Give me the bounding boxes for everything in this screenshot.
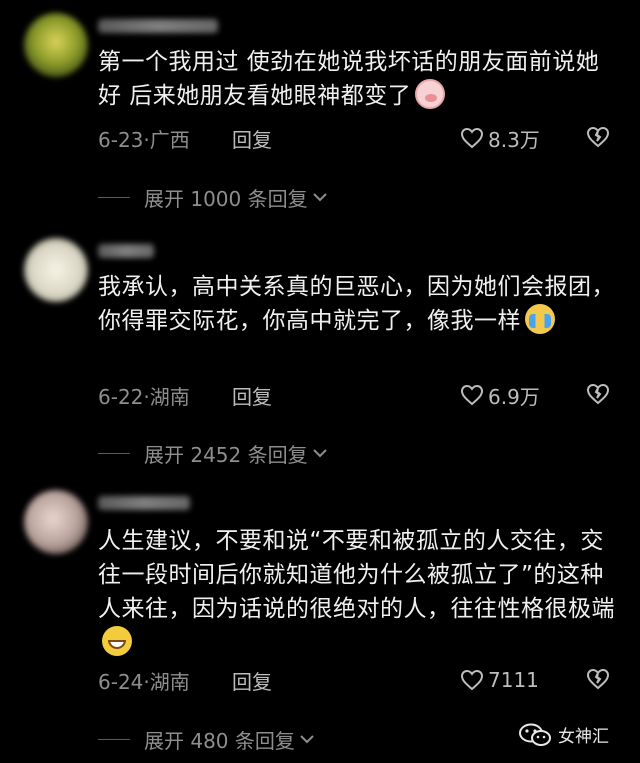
heart-icon — [460, 127, 484, 149]
divider-line — [98, 452, 130, 454]
like-count: 7111 — [488, 668, 539, 692]
crying-face-emoji-icon — [525, 304, 555, 334]
date-location: 6-22·湖南 — [98, 384, 190, 409]
dislike-button[interactable] — [586, 383, 610, 410]
comment-meta: 6-24·湖南 回复 7111 — [98, 665, 618, 695]
comment-body: 人生建议，不要和说“不要和被孤立的人交往，交往一段时间后你就知道他为什么被孤立了… — [98, 528, 615, 622]
expand-replies-label: 展开 1000 条回复 — [144, 186, 308, 211]
avatar[interactable] — [24, 490, 88, 554]
comment-text: 第一个我用过 使劲在她说我坏话的朋友面前说她好 后来她朋友看她眼神都变了 — [98, 45, 618, 113]
reply-button[interactable]: 回复 — [232, 666, 272, 695]
like-button[interactable]: 7111 — [460, 668, 539, 692]
date-location: 6-24·湖南 — [98, 669, 190, 694]
watermark-text: 女神汇 — [558, 727, 609, 747]
avatar[interactable] — [24, 13, 88, 77]
like-button[interactable]: 6.9万 — [460, 381, 540, 410]
comment-text: 人生建议，不要和说“不要和被孤立的人交往，交往一段时间后你就知道他为什么被孤立了… — [98, 524, 618, 660]
dislike-button[interactable] — [586, 126, 610, 153]
broken-heart-icon — [586, 668, 610, 690]
chevron-down-icon — [312, 449, 327, 458]
divider-line — [98, 196, 130, 198]
comment-meta: 6-22·湖南 回复 6.9万 — [98, 380, 618, 410]
divider-line — [98, 738, 130, 740]
like-button[interactable]: 8.3万 — [460, 124, 540, 153]
expand-replies[interactable]: 展开 1000 条回复 — [98, 182, 328, 212]
heart-icon — [460, 384, 484, 406]
avatar[interactable] — [24, 238, 88, 302]
like-count: 8.3万 — [488, 127, 540, 152]
watermark: 女神汇 — [518, 722, 609, 747]
broken-heart-icon — [586, 126, 610, 148]
like-count: 6.9万 — [488, 384, 540, 409]
reply-button[interactable]: 回复 — [232, 124, 272, 153]
comment-meta: 6-23·广西 回复 8.3万 — [98, 123, 618, 153]
expand-replies-label: 展开 480 条回复 — [144, 728, 295, 753]
wechat-icon — [519, 723, 551, 746]
username-blurred[interactable] — [98, 19, 218, 33]
comment-text: 我承认，高中关系真的巨恶心，因为她们会报团，你得罪交际花，你高中就完了，像我一样 — [98, 270, 618, 338]
chevron-down-icon — [312, 193, 327, 202]
comment-body: 第一个我用过 使劲在她说我坏话的朋友面前说她好 后来她朋友看她眼神都变了 — [98, 49, 600, 109]
username-blurred[interactable] — [98, 244, 154, 258]
username-blurred[interactable] — [98, 496, 190, 510]
expand-replies[interactable]: 展开 2452 条回复 — [98, 438, 328, 468]
grinning-face-emoji-icon — [102, 626, 132, 656]
reply-button[interactable]: 回复 — [232, 381, 272, 410]
dislike-button[interactable] — [586, 668, 610, 695]
date-location: 6-23·广西 — [98, 127, 190, 152]
chevron-down-icon — [300, 735, 314, 744]
heart-icon — [460, 669, 484, 691]
broken-heart-icon — [586, 383, 610, 405]
pig-face-emoji-icon — [415, 79, 446, 109]
expand-replies-label: 展开 2452 条回复 — [144, 442, 308, 467]
expand-replies[interactable]: 展开 480 条回复 — [98, 724, 315, 754]
